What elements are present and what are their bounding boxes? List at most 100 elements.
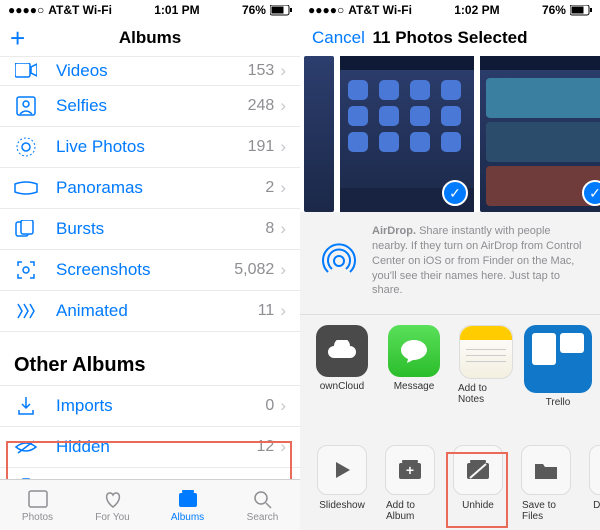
- carrier: AT&T Wi-Fi: [348, 3, 412, 17]
- section-other-albums: Other Albums: [0, 332, 300, 385]
- battery-pct: 76%: [542, 3, 566, 17]
- clock: 1:01 PM: [154, 3, 199, 17]
- tab-bar: Photos For You Albums Search: [0, 479, 300, 530]
- unhide-icon: [464, 458, 492, 482]
- row-label: Bursts: [56, 219, 265, 239]
- video-icon: [14, 59, 38, 83]
- media-types-list: Videos 153 › Selfies 248 › Live Photos 1…: [0, 56, 300, 509]
- share-sheet-screen: ●●●●○ AT&T Wi-Fi 1:02 PM 76% Cancel 11 P…: [300, 0, 600, 530]
- row-label: Animated: [56, 301, 258, 321]
- message-icon: [398, 337, 430, 365]
- import-icon: [14, 394, 38, 418]
- row-count: 2: [265, 179, 274, 197]
- row-label: Imports: [56, 396, 265, 416]
- cloud-icon: [324, 340, 360, 362]
- row-selfies[interactable]: Selfies 248 ›: [0, 86, 300, 127]
- navbar: Cancel 11 Photos Selected: [300, 20, 600, 56]
- albums-screen: ●●●●○ AT&T Wi-Fi 1:01 PM 76% + Albums Vi…: [0, 0, 301, 530]
- tab-search[interactable]: Search: [225, 480, 300, 530]
- screenshot-icon: [14, 258, 38, 282]
- row-count: 248: [248, 97, 275, 115]
- add-button[interactable]: +: [10, 23, 25, 54]
- actions-row[interactable]: Slideshow + Add to Album Unhide Save to F…: [300, 445, 600, 522]
- folder-icon: [532, 459, 560, 481]
- row-label: Live Photos: [56, 137, 248, 157]
- page-title: Albums: [119, 28, 181, 48]
- albums-tab-icon: [176, 488, 200, 510]
- tab-photos[interactable]: Photos: [0, 480, 75, 530]
- navbar: + Albums: [0, 20, 300, 56]
- chevron-right-icon: ›: [280, 61, 286, 81]
- share-app-message[interactable]: Message: [386, 325, 442, 408]
- chevron-right-icon: ›: [280, 437, 286, 457]
- panorama-icon: [14, 176, 38, 200]
- row-label: Screenshots: [56, 260, 234, 280]
- chevron-right-icon: ›: [280, 219, 286, 239]
- status-bar: ●●●●○ AT&T Wi-Fi 1:01 PM 76%: [0, 0, 300, 20]
- animated-icon: [14, 299, 38, 323]
- carrier: AT&T Wi-Fi: [48, 3, 112, 17]
- action-add-to-album[interactable]: + Add to Album: [386, 445, 434, 522]
- row-livephotos[interactable]: Live Photos 191 ›: [0, 127, 300, 168]
- photos-tab-icon: [26, 488, 50, 510]
- share-sheet: AirDrop. Share instantly with people nea…: [300, 212, 600, 530]
- row-screenshots[interactable]: Screenshots 5,082 ›: [0, 250, 300, 291]
- thumbnail[interactable]: ✓: [340, 56, 474, 212]
- share-app-trello[interactable]: Trello: [530, 325, 586, 408]
- share-apps-row[interactable]: ownCloud Message Add to Notes Trello fFa…: [300, 315, 600, 408]
- row-count: 5,082: [234, 261, 274, 279]
- burst-icon: [14, 217, 38, 241]
- app-label: Message: [394, 381, 435, 392]
- action-label: Add to Album: [386, 500, 434, 522]
- clock: 1:02 PM: [454, 3, 499, 17]
- row-panoramas[interactable]: Panoramas 2 ›: [0, 168, 300, 209]
- row-count: 153: [248, 62, 275, 80]
- thumbnail[interactable]: [304, 56, 334, 212]
- selfie-icon: [14, 94, 38, 118]
- chevron-right-icon: ›: [280, 96, 286, 116]
- airdrop-row[interactable]: AirDrop. Share instantly with people nea…: [300, 212, 600, 315]
- app-label: Add to Notes: [458, 383, 514, 405]
- row-label: Selfies: [56, 96, 248, 116]
- row-imports[interactable]: Imports 0 ›: [0, 385, 300, 427]
- action-unhide[interactable]: Unhide: [454, 445, 502, 522]
- hidden-icon: [14, 435, 38, 459]
- app-label: ownCloud: [320, 381, 364, 392]
- row-hidden[interactable]: Hidden 12 ›: [0, 427, 300, 468]
- row-count: 191: [248, 138, 275, 156]
- row-count: 11: [258, 302, 275, 320]
- tab-label: Photos: [22, 512, 53, 523]
- row-videos[interactable]: Videos 153 ›: [0, 56, 300, 86]
- selected-thumbnails[interactable]: ✓ ✓: [300, 56, 600, 212]
- cancel-button[interactable]: Cancel: [312, 28, 365, 48]
- chevron-right-icon: ›: [280, 178, 286, 198]
- chevron-right-icon: ›: [280, 301, 286, 321]
- airdrop-description: AirDrop. Share instantly with people nea…: [372, 224, 582, 298]
- battery-pct: 76%: [242, 3, 266, 17]
- signal-dots-icon: ●●●●○: [308, 3, 344, 17]
- check-icon: ✓: [442, 180, 468, 206]
- row-bursts[interactable]: Bursts 8 ›: [0, 209, 300, 250]
- play-icon: [330, 458, 354, 482]
- share-app-owncloud[interactable]: ownCloud: [314, 325, 370, 408]
- search-tab-icon: [251, 488, 275, 510]
- action-save-to-files[interactable]: Save to Files: [522, 445, 570, 522]
- thumbnail[interactable]: ✓: [480, 56, 600, 212]
- action-slideshow[interactable]: Slideshow: [318, 445, 366, 522]
- signal-dots-icon: ●●●●○: [8, 3, 44, 17]
- action-duplicate[interactable]: +Duplicate: [590, 445, 600, 522]
- svg-text:+: +: [406, 462, 414, 478]
- foryou-tab-icon: [101, 488, 125, 510]
- tab-albums[interactable]: Albums: [150, 480, 225, 530]
- tab-label: For You: [95, 512, 129, 523]
- page-title: 11 Photos Selected: [373, 28, 528, 48]
- battery-icon: [270, 5, 292, 16]
- action-label: Slideshow: [319, 500, 365, 511]
- share-app-notes[interactable]: Add to Notes: [458, 325, 514, 408]
- row-animated[interactable]: Animated 11 ›: [0, 291, 300, 332]
- tab-label: Albums: [171, 512, 204, 523]
- action-label: Save to Files: [522, 500, 570, 522]
- chevron-right-icon: ›: [280, 260, 286, 280]
- tab-foryou[interactable]: For You: [75, 480, 150, 530]
- row-label: Hidden: [56, 437, 257, 457]
